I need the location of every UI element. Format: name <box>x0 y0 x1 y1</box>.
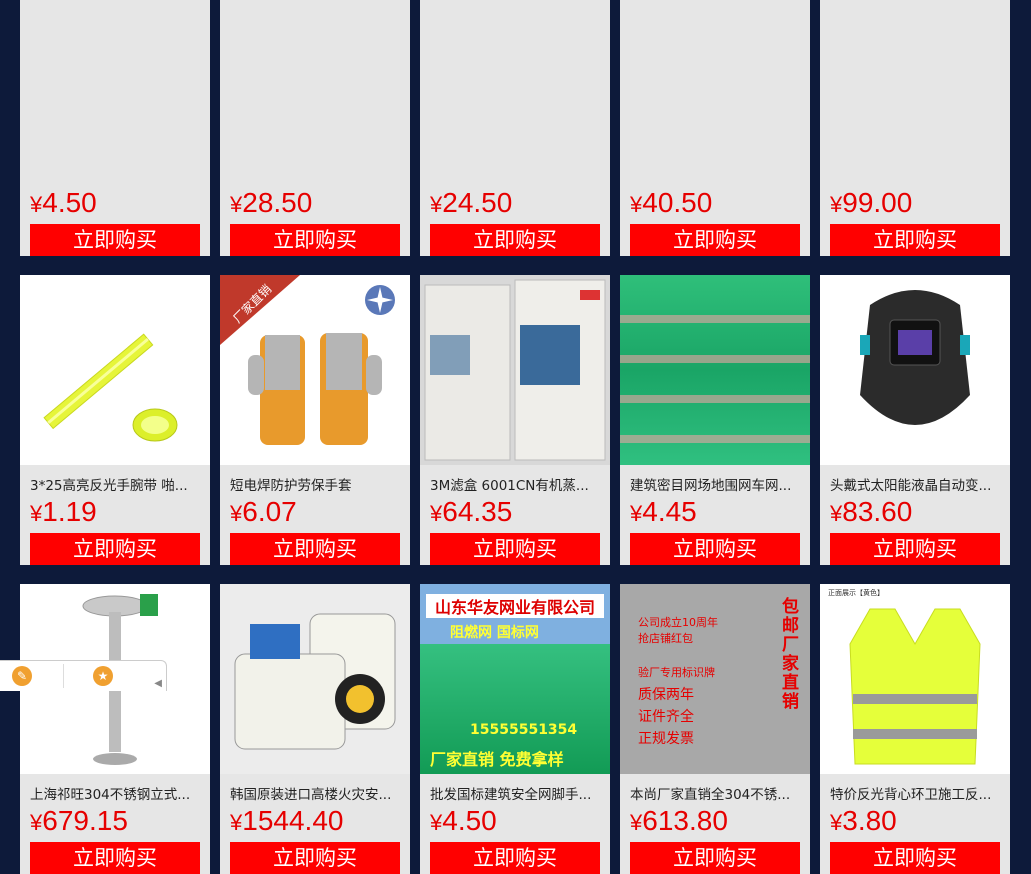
product-title[interactable]: 3M滤盒 6001CN有机蒸... <box>430 474 600 494</box>
collapse-arrow-icon[interactable]: ◀ <box>154 678 162 689</box>
banner-company: 山东华友网业有限公司 <box>426 594 604 618</box>
product-title[interactable]: 上海祁旺304不锈钢立式... <box>30 783 200 803</box>
product-card[interactable]: 3M滤盒 6001CN有机蒸... ¥64.35 立即购买 <box>420 275 610 565</box>
buy-now-button[interactable]: 立即购买 <box>30 224 200 256</box>
product-title[interactable]: 批发国标建筑安全网脚手... <box>430 783 600 803</box>
buy-now-button[interactable]: 立即购买 <box>430 842 600 874</box>
product-card[interactable]: 山东华友网业有限公司 阻燃网 国标网 15555551354 厂家直销 免费拿样… <box>420 584 610 874</box>
product-title[interactable]: 韩国原装进口高楼火灾安... <box>230 783 400 803</box>
green-net-stack-image[interactable] <box>620 275 810 465</box>
safety-net-banner-image[interactable]: 山东华友网业有限公司 阻燃网 国标网 15555551354 厂家直销 免费拿样 <box>420 584 610 774</box>
poster-line3: 验厂专用标识牌 <box>638 666 715 679</box>
toolbar-divider <box>63 664 64 688</box>
poster-side: 包邮 厂家直销 <box>782 597 799 712</box>
poster-line6: 正规发票 <box>638 731 694 747</box>
buy-now-button[interactable]: 立即购买 <box>230 224 400 256</box>
poster-line1: 公司成立10周年 <box>638 616 718 629</box>
product-title[interactable]: 特价反光背心环卫施工反... <box>830 783 1000 803</box>
welding-helmet-image[interactable] <box>820 275 1010 465</box>
buy-now-button[interactable]: 立即购买 <box>830 842 1000 874</box>
product-card[interactable]: 建筑密目网场地围网车网... ¥4.45 立即购买 <box>620 275 810 565</box>
product-price: ¥1544.40 <box>230 805 344 836</box>
product-price: ¥64.35 <box>430 496 513 527</box>
buy-now-button[interactable]: 立即购买 <box>430 533 600 565</box>
product-price: ¥40.50 <box>630 187 713 218</box>
product-title[interactable]: 头戴式太阳能液晶自动变... <box>830 474 1000 494</box>
product-price: ¥679.15 <box>30 805 128 836</box>
product-card[interactable]: 上海祁旺304不锈钢立式... ¥679.15 立即购买 <box>20 584 210 874</box>
product-card[interactable]: 厂家直销 短电焊防护劳保手套 ¥6.07 立即购买 <box>220 275 410 565</box>
banner-phone: 15555551354 <box>470 722 578 738</box>
product-card[interactable]: ¥99.00 立即购买 <box>820 0 1010 256</box>
banner-bottom: 厂家直销 免费拿样 <box>430 750 564 769</box>
product-price: ¥99.00 <box>830 187 913 218</box>
product-card[interactable]: 3*25高亮反光手腕带 啪... ¥1.19 立即购买 <box>20 275 210 565</box>
buy-now-button[interactable]: 立即购买 <box>230 842 400 874</box>
buy-now-button[interactable]: 立即购买 <box>830 224 1000 256</box>
favorite-star-icon[interactable]: ★ <box>93 666 113 686</box>
fire-escape-device-image[interactable] <box>220 584 410 774</box>
poster-line4: 质保两年 <box>638 687 694 703</box>
reflective-wristband-image[interactable] <box>20 275 210 465</box>
coupon-icon[interactable]: ✎ <box>12 666 32 686</box>
product-grid: ¥4.50 立即购买 ¥28.50 立即购买 ¥24.50 立即购买 ¥40.5… <box>20 0 1010 874</box>
product-card[interactable]: ¥40.50 立即购买 <box>620 0 810 256</box>
product-card[interactable]: ¥24.50 立即购买 <box>420 0 610 256</box>
welding-gloves-image[interactable]: 厂家直销 <box>220 275 410 465</box>
product-price: ¥4.50 <box>430 805 497 836</box>
product-price: ¥28.50 <box>230 187 313 218</box>
product-price: ¥24.50 <box>430 187 513 218</box>
banner-sub: 阻燃网 国标网 <box>450 625 539 641</box>
buy-now-button[interactable]: 立即购买 <box>630 224 800 256</box>
buy-now-button[interactable]: 立即购买 <box>630 533 800 565</box>
product-price: ¥83.60 <box>830 496 913 527</box>
product-card[interactable]: 正面展示【黄色】 特价反光背心环卫施工反... ¥3.80 立即购买 <box>820 584 1010 874</box>
poster-line5: 证件齐全 <box>638 709 694 725</box>
product-price: ¥4.45 <box>630 496 697 527</box>
buy-now-button[interactable]: 立即购买 <box>30 842 200 874</box>
product-title[interactable]: 本尚厂家直销全304不锈... <box>630 783 800 803</box>
poster-line2: 抢店铺红包 <box>638 632 693 645</box>
product-price: ¥4.50 <box>30 187 97 218</box>
product-title[interactable]: 建筑密目网场地围网车网... <box>630 474 800 494</box>
product-card[interactable]: ¥4.50 立即购买 <box>20 0 210 256</box>
buy-now-button[interactable]: 立即购买 <box>430 224 600 256</box>
product-price: ¥613.80 <box>630 805 728 836</box>
product-title[interactable]: 3*25高亮反光手腕带 啪... <box>30 474 200 494</box>
product-price: ¥3.80 <box>830 805 897 836</box>
filter-cartridge-image[interactable] <box>420 275 610 465</box>
buy-now-button[interactable]: 立即购买 <box>830 533 1000 565</box>
product-card[interactable]: ¥28.50 立即购买 <box>220 0 410 256</box>
product-price: ¥6.07 <box>230 496 297 527</box>
floating-toolbar: ✎ ★ ◀ <box>0 660 167 691</box>
buy-now-button[interactable]: 立即购买 <box>630 842 800 874</box>
buy-now-button[interactable]: 立即购买 <box>30 533 200 565</box>
product-card[interactable]: 韩国原装进口高楼火灾安... ¥1544.40 立即购买 <box>220 584 410 874</box>
product-card[interactable]: 包邮 厂家直销 公司成立10周年 抢店铺红包 验厂专用标识牌 质保两年 证件齐全… <box>620 584 810 874</box>
product-price: ¥1.19 <box>30 496 97 527</box>
product-card[interactable]: 头戴式太阳能液晶自动变... ¥83.60 立即购买 <box>820 275 1010 565</box>
buy-now-button[interactable]: 立即购买 <box>230 533 400 565</box>
shower-eyewash-image[interactable]: 包邮 厂家直销 公司成立10周年 抢店铺红包 验厂专用标识牌 质保两年 证件齐全… <box>620 584 810 774</box>
product-title[interactable]: 短电焊防护劳保手套 <box>230 474 400 494</box>
reflective-vest-image[interactable]: 正面展示【黄色】 <box>820 584 1010 774</box>
